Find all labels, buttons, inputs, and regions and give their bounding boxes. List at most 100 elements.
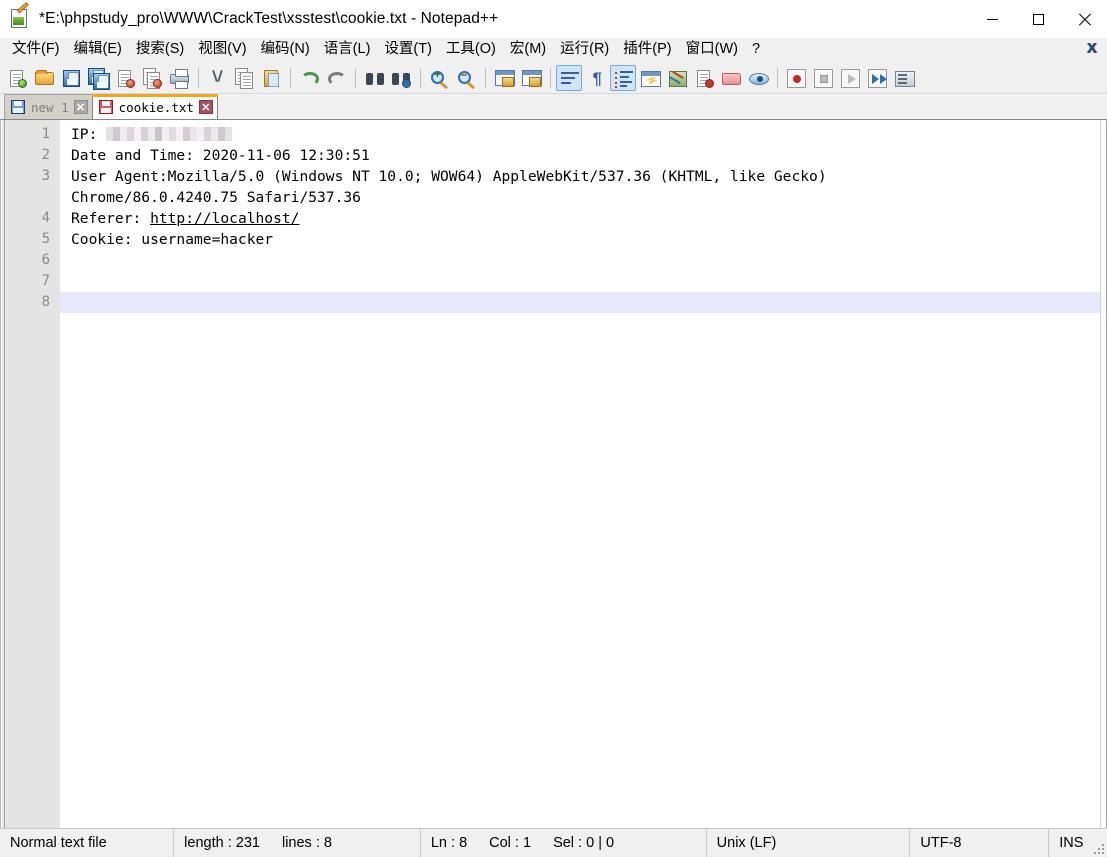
zoom-out-icon[interactable] [453,65,479,91]
vertical-scrollbar[interactable] [1100,120,1107,828]
toolbar-separator [420,67,421,88]
menu-window[interactable]: 窗口(W) [679,38,745,61]
status-encoding[interactable]: UTF-8 [910,828,1050,857]
line-number: 4 [41,210,50,226]
monitoring-icon[interactable] [745,65,771,91]
user-defined-dialog-icon[interactable] [637,65,663,91]
status-lines: lines : 8 [281,835,332,851]
code-line-5: Cookie: username=hacker [71,231,274,248]
referer-url-link[interactable]: http://localhost/ [150,210,299,227]
undo-icon[interactable] [296,65,322,91]
ip-label: IP: [71,126,107,143]
toolbar-separator [355,67,356,88]
save-all-icon[interactable] [85,65,111,91]
cut-icon[interactable] [204,65,230,91]
code-line-1: IP: [60,124,1107,145]
code-line-4: Referer: http://localhost/ [60,208,1107,229]
run-icon[interactable] [891,65,917,91]
play-macro-icon[interactable] [837,65,863,91]
line-number: 2 [41,147,50,163]
maximize-icon [1032,13,1044,25]
function-list-icon[interactable] [691,65,717,91]
menu-edit[interactable]: 编辑(E) [67,38,129,61]
toolbar-separator [198,67,199,88]
toolbar-separator [290,67,291,88]
save-blue-icon [11,100,25,114]
tab-label: new 1 [31,99,69,115]
find-icon[interactable] [361,65,387,91]
menu-macro[interactable]: 宏(M) [503,38,553,61]
new-file-icon[interactable] [4,65,30,91]
menu-language[interactable]: 语言(L) [317,38,378,61]
toolbar-separator [550,67,551,88]
open-file-icon[interactable] [31,65,57,91]
replace-icon[interactable] [388,65,414,91]
code-line-8-current [60,292,1107,313]
menu-plugins[interactable]: 插件(P) [616,38,678,61]
menu-run[interactable]: 运行(R) [553,38,616,61]
document-map-icon[interactable] [664,65,690,91]
window-controls [969,0,1107,38]
line-number: 3 [41,168,50,184]
code-line-3: User Agent:Mozilla/5.0 (Windows NT 10.0;… [71,168,827,185]
record-macro-icon[interactable] [783,65,809,91]
menu-tools[interactable]: 工具(O) [439,38,503,61]
line-number: 7 [41,273,50,289]
menu-search[interactable]: 搜索(S) [129,38,191,61]
window-title: *E:\phpstudy_pro\WWW\CrackTest\xsstest\c… [39,10,499,27]
editor-area: 1 2 3 4 5 6 7 8 IP: Date and Time: 2020-… [0,120,1107,828]
status-bar: Normal text file length : 231 lines : 8 … [0,828,1107,857]
status-ln: Ln : 8 [430,835,468,851]
toolbar-separator [485,67,486,88]
print-icon[interactable] [166,65,192,91]
line-number: 8 [41,294,50,310]
toolbar-separator [777,67,778,88]
close-all-icon[interactable] [139,65,165,91]
close-icon [1078,13,1091,26]
menu-view[interactable]: 视图(V) [191,38,253,61]
menu-settings[interactable]: 设置(T) [377,38,439,61]
copy-icon[interactable] [231,65,257,91]
minimize-button[interactable] [969,0,1015,38]
menu-encoding[interactable]: 编码(N) [254,38,317,61]
resize-grip-icon[interactable] [1092,842,1104,854]
close-document-button[interactable]: X [1083,40,1101,57]
close-file-icon[interactable] [112,65,138,91]
maximize-button[interactable] [1015,0,1061,38]
tab-label: cookie.txt [118,99,194,115]
status-file-type: Normal text file [0,828,175,857]
redo-icon[interactable] [323,65,349,91]
run-macro-multiple-icon[interactable] [864,65,890,91]
notepadpp-icon [9,1,31,30]
line-number: 1 [41,126,50,142]
menu-file[interactable]: 文件(F) [5,38,67,61]
status-col: Col : 1 [489,835,532,851]
tab-new-1[interactable]: new 1 ✕ [4,94,93,119]
paste-icon[interactable] [258,65,284,91]
status-eol-format[interactable]: Unix (LF) [707,828,911,857]
word-wrap-icon[interactable] [556,64,582,91]
toolbar: ¶ [0,62,1107,94]
indent-guide-icon[interactable] [610,64,636,91]
tab-close-button[interactable]: ✕ [73,100,88,114]
minimize-icon [986,18,998,20]
code-text-area[interactable]: IP: Date and Time: 2020-11-06 12:30:51 U… [60,120,1107,828]
sync-vertical-icon[interactable] [491,65,517,91]
status-sel: Sel : 0 | 0 [553,835,615,851]
save-icon[interactable] [58,65,84,91]
sync-horizontal-icon[interactable] [518,65,544,91]
menu-help[interactable]: ? [745,38,767,61]
line-number-wrap-continuation [5,187,60,208]
title-bar: *E:\phpstudy_pro\WWW\CrackTest\xsstest\c… [0,0,1107,38]
zoom-in-icon[interactable] [426,65,452,91]
save-red-icon [98,100,113,114]
status-caret-position: Ln : 8 Col : 1 Sel : 0 | 0 [421,828,707,857]
tab-close-button[interactable]: ✕ [198,100,213,114]
stop-recording-icon[interactable] [810,65,836,91]
show-all-characters-icon[interactable]: ¶ [583,65,609,91]
close-button[interactable] [1061,0,1107,38]
folder-as-workspace-icon[interactable] [718,65,744,91]
tab-cookie-txt[interactable]: cookie.txt ✕ [91,94,219,119]
line-number-gutter: 1 2 3 4 5 6 7 8 [5,120,60,828]
